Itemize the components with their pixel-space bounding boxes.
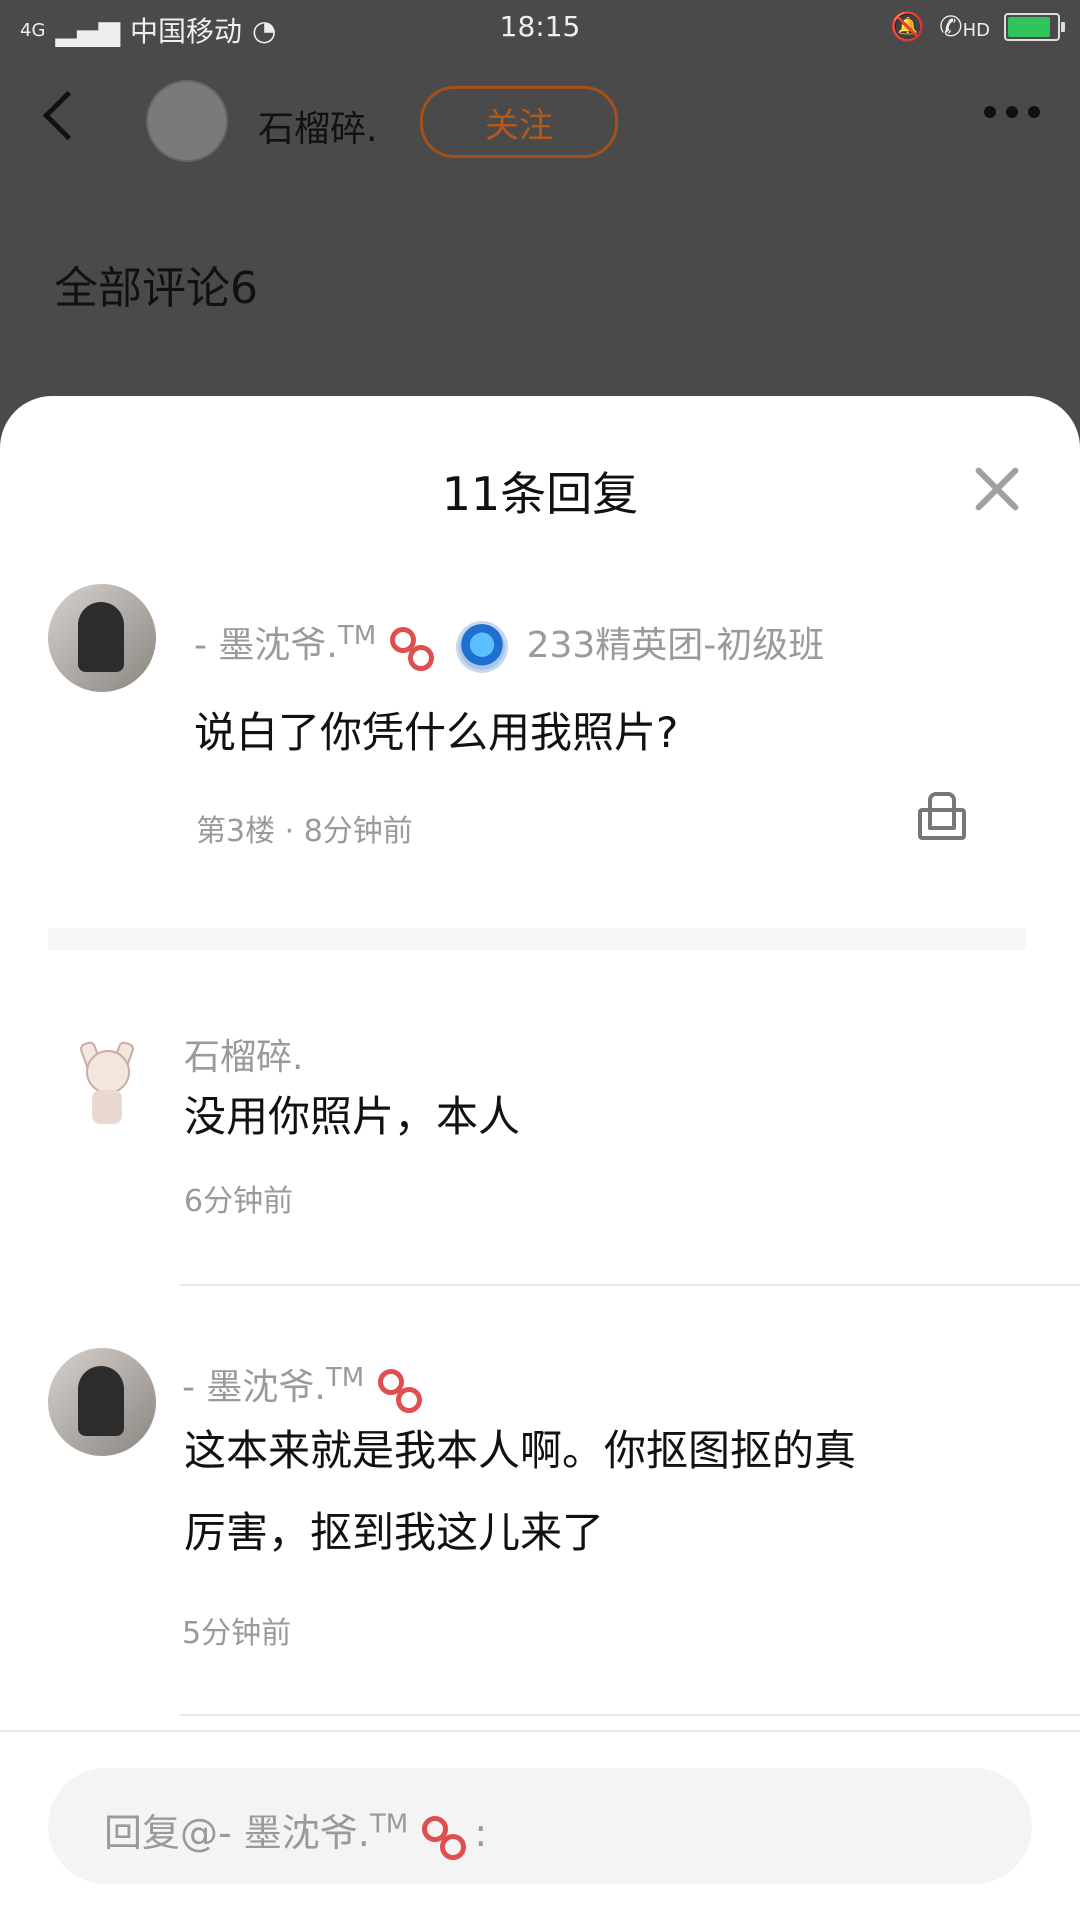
anger-emoji-icon: [377, 1369, 422, 1413]
comment-username[interactable]: - 墨沈爷.TM 233精英团-初级班: [194, 616, 825, 671]
group-badge-icon: [459, 624, 506, 670]
comment-text: 说白了你凭什么用我照片?: [194, 708, 679, 757]
like-icon[interactable]: [918, 790, 966, 840]
more-icon[interactable]: [984, 106, 1040, 118]
reply-text: 没用你照片，本人: [184, 1092, 521, 1141]
status-bar: 4G ▂▄▆ 中国移动 ◔ 18:15 🔕 ✆HD: [0, 0, 1080, 56]
group-name: 233精英团-初级班: [526, 625, 825, 666]
reply-username[interactable]: - 墨沈爷.TM: [182, 1358, 422, 1413]
clock: 18:15: [499, 10, 581, 43]
divider: [180, 1714, 1080, 1716]
reply-username[interactable]: 石榴碎.: [184, 1028, 303, 1080]
battery-icon: [1004, 12, 1065, 41]
reply-input-placeholder: 回复@- 墨沈爷.TM :: [104, 1802, 487, 1860]
author-avatar[interactable]: [146, 80, 228, 162]
avatar[interactable]: [68, 1039, 142, 1128]
sheet-title: 11条回复: [441, 467, 639, 521]
follow-button[interactable]: 关注: [420, 86, 618, 158]
call-hd-icon: ✆HD: [939, 10, 990, 43]
post-header: 石榴碎. 关注: [0, 70, 1080, 180]
input-top-divider: [0, 1730, 1080, 1732]
replies-sheet: 11条回复 - 墨沈爷.TM 233精英团-初级班 说白了你凭什么用我照片? 第…: [0, 396, 1080, 1920]
avatar[interactable]: [48, 584, 156, 692]
anger-emoji-icon: [389, 627, 434, 671]
author-name[interactable]: 石榴碎.: [258, 100, 377, 152]
comment-meta: 第3楼 · 8分钟前: [196, 814, 413, 849]
reply-time: 5分钟前: [182, 1616, 292, 1651]
back-icon[interactable]: [42, 90, 93, 141]
close-icon[interactable]: [974, 466, 1020, 512]
reply-time: 6分钟前: [184, 1184, 294, 1219]
anger-emoji-icon: [422, 1815, 467, 1860]
reply-input[interactable]: 回复@- 墨沈爷.TM :: [48, 1768, 1032, 1884]
all-comments-title: 全部评论6: [54, 263, 258, 314]
divider: [180, 1284, 1080, 1286]
reply-text: 这本来就是我本人啊。你抠图抠的真 厉害，抠到我这儿来了: [184, 1426, 857, 1557]
section-divider: [48, 928, 1026, 950]
avatar[interactable]: [48, 1348, 156, 1456]
bell-mute-icon: 🔕: [890, 10, 926, 43]
